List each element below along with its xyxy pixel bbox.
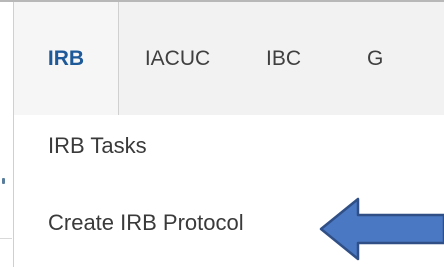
page: IRB IACUC IBC G IRB Tasks Create IRB Pro…: [0, 0, 444, 267]
background-divider: [0, 238, 12, 239]
tab-iacuc[interactable]: IACUC: [119, 2, 236, 115]
tab-irb[interactable]: IRB: [13, 2, 119, 115]
menu-item-irb-tasks[interactable]: IRB Tasks: [48, 133, 147, 159]
menu-item-create-irb-protocol[interactable]: Create IRB Protocol: [48, 210, 244, 236]
tab-ibc[interactable]: IBC: [236, 2, 331, 115]
left-arrow-icon: [319, 197, 444, 261]
background-marker: [2, 178, 5, 184]
tab-g[interactable]: G: [331, 2, 391, 115]
module-tab-bar: IRB IACUC IBC G: [13, 2, 444, 116]
arrow-shape: [319, 197, 444, 261]
background-page-edge: [0, 115, 12, 267]
